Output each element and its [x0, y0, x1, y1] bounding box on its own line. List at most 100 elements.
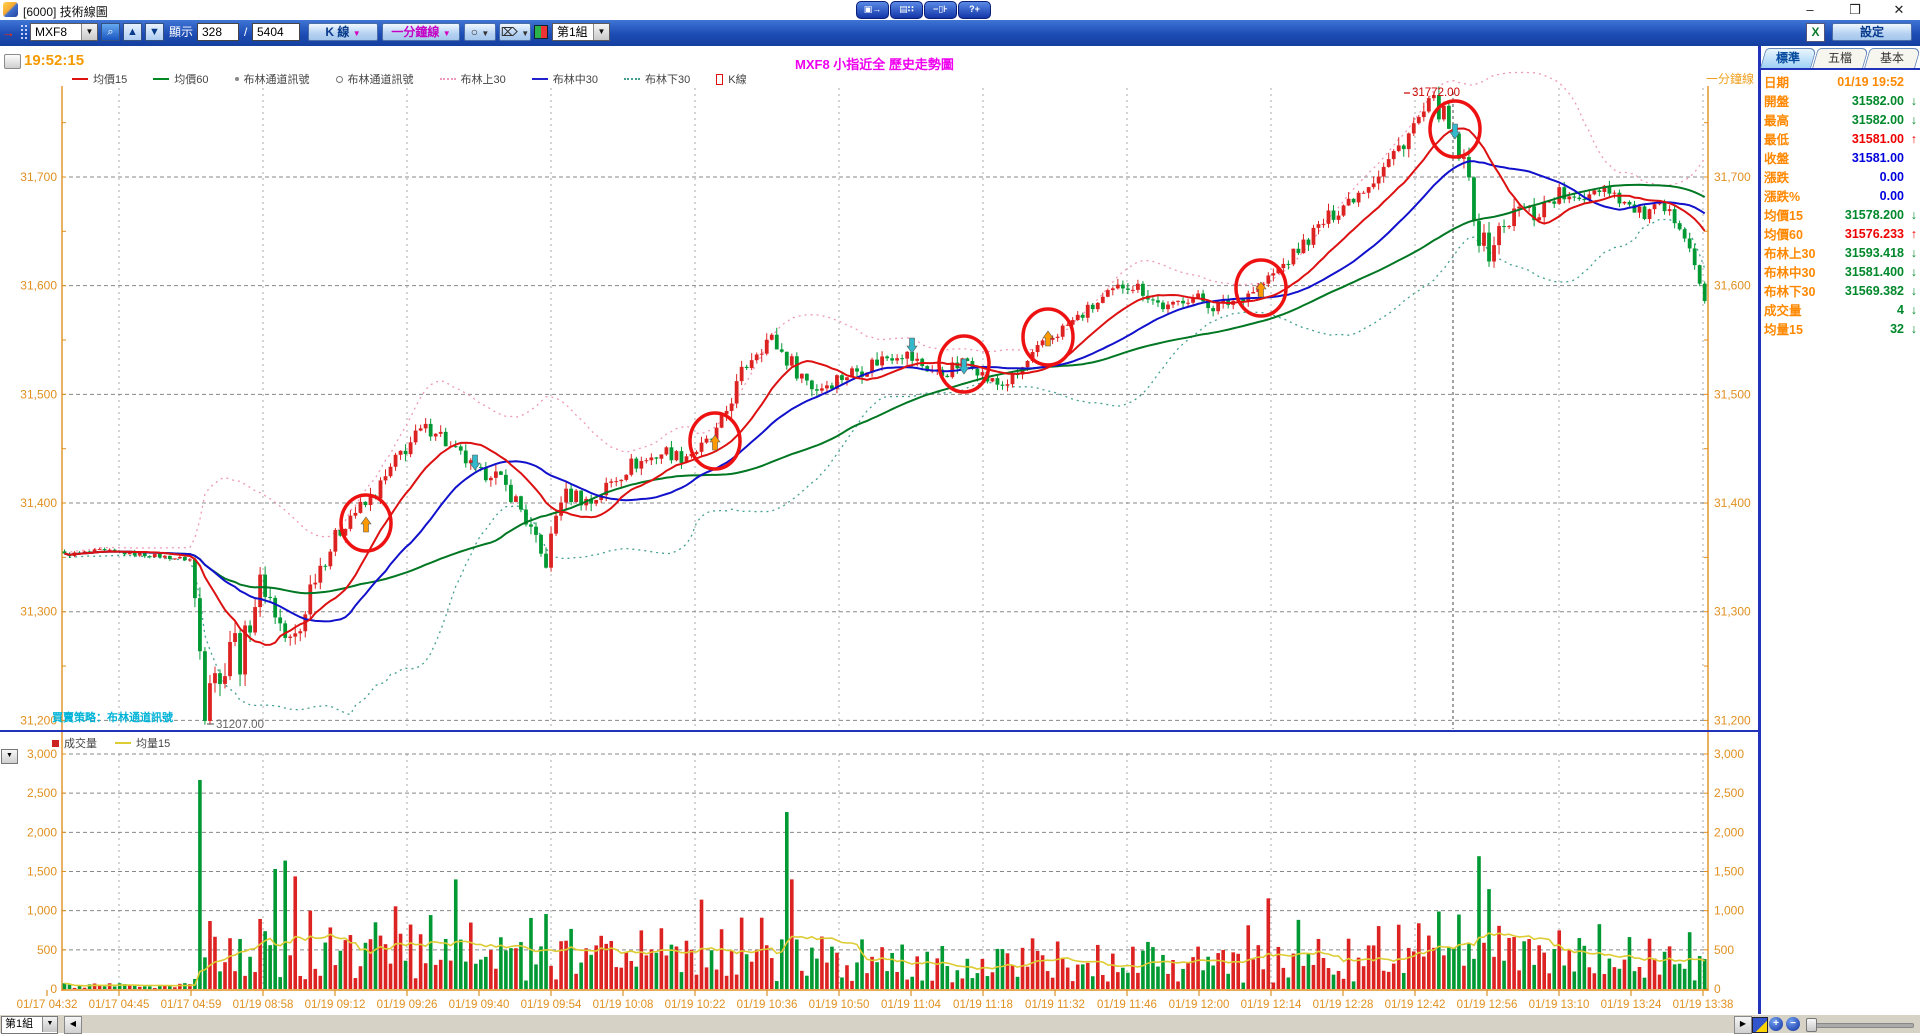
window-layout-button[interactable]: ▤∷ — [890, 1, 923, 19]
tab-1[interactable]: 五檔 — [1812, 48, 1869, 68]
scroll-down-button[interactable]: ▼ — [145, 23, 164, 41]
help-button[interactable]: ?+ — [958, 1, 991, 19]
zoom-slider-handle[interactable] — [1806, 1018, 1817, 1032]
svg-text:01/19 09:40: 01/19 09:40 — [449, 999, 510, 1011]
zoom-out-button[interactable]: − — [1786, 1017, 1800, 1031]
line-marker-icon — [115, 742, 131, 744]
circle-marker-icon — [336, 76, 343, 83]
quote-label: 布林中30 — [1764, 262, 1826, 281]
volume-pane-dropdown-button[interactable]: ▼ — [1, 749, 18, 764]
svg-text:31,500: 31,500 — [20, 387, 57, 401]
quote-row: 最低31581.00↑ — [1761, 129, 1920, 148]
svg-text:01/19 09:12: 01/19 09:12 — [305, 999, 366, 1011]
bars-shown-input[interactable]: 328 — [197, 23, 239, 41]
quote-row: 漲跌%0.00 — [1761, 186, 1920, 205]
pin-window-button[interactable]: −▯⊦ — [924, 1, 957, 19]
settings-button[interactable]: 設定 — [1832, 23, 1912, 41]
down-arrow-icon: ↓ — [1904, 246, 1917, 260]
down-arrow-icon: ↓ — [1904, 113, 1917, 127]
chart-workspace: 31,70031,70031,60031,60031,50031,50031,4… — [0, 46, 1920, 1014]
svg-text:01/19 10:36: 01/19 10:36 — [737, 999, 798, 1011]
svg-text:01/19 08:58: 01/19 08:58 — [233, 999, 294, 1011]
bars-total-input[interactable]: 5404 — [252, 23, 300, 41]
circle-shape-icon: ○ — [471, 25, 478, 39]
svg-text:0: 0 — [50, 982, 57, 996]
close-button[interactable]: ✕ — [1878, 0, 1920, 20]
color-settings-button[interactable] — [534, 25, 548, 39]
quote-value: 0.00 — [1826, 170, 1904, 184]
down-arrow-icon: ↓ — [1904, 265, 1917, 279]
quote-value: 31582.00 — [1826, 113, 1904, 127]
minimize-button[interactable]: – — [1789, 0, 1831, 20]
legend-item: 成交量 — [52, 735, 97, 751]
tab-0[interactable]: 標準 — [1760, 48, 1817, 68]
draw-shape-button[interactable]: ○ ▼ — [464, 23, 496, 41]
svg-text:01/19 10:08: 01/19 10:08 — [593, 999, 654, 1011]
grip-handle[interactable] — [20, 24, 28, 40]
svg-text:01/19 10:22: 01/19 10:22 — [665, 999, 726, 1011]
scroll-right-button[interactable]: ▶ — [1734, 1016, 1752, 1034]
excel-export-icon[interactable]: X — [1806, 23, 1825, 42]
quote-label: 日期 — [1764, 72, 1826, 91]
legend-label: 布林中30 — [553, 71, 598, 87]
quote-label: 漲跌% — [1764, 186, 1826, 205]
quote-row: 均價6031576.233↑ — [1761, 224, 1920, 243]
legend-label: 均價60 — [174, 71, 208, 87]
tabs-underline — [1761, 68, 1920, 70]
svg-text:01/19 11:32: 01/19 11:32 — [1025, 999, 1085, 1011]
show-label: 顯示 — [169, 23, 193, 41]
legend-item: 布林通道訊號 — [235, 71, 310, 87]
eraser-button[interactable]: ⌦ ▼ — [499, 23, 531, 41]
group-combo-bottom[interactable]: 第1組 ▼ — [1, 1016, 58, 1034]
svg-text:01/19 12:42: 01/19 12:42 — [1385, 999, 1446, 1011]
svg-text:1,000: 1,000 — [27, 904, 57, 918]
snapshot-icon[interactable] — [1752, 1017, 1768, 1033]
chevron-down-icon[interactable]: ▼ — [81, 24, 97, 40]
search-button[interactable]: ⌕ — [101, 23, 120, 41]
quote-value: 31569.382 — [1826, 284, 1904, 298]
scroll-left-button[interactable]: ◀ — [64, 1016, 82, 1034]
slash-label: / — [244, 23, 247, 41]
group-combo[interactable]: 第1組 ▼ — [552, 23, 610, 41]
quote-panel-tabs: 標準五檔基本 — [1763, 48, 1919, 68]
symbol-combo[interactable]: MXF8 ▼ — [30, 23, 98, 41]
quote-label: 最低 — [1764, 129, 1826, 148]
quote-row: 收盤31581.00 — [1761, 148, 1920, 167]
svg-text:31,700: 31,700 — [20, 170, 57, 184]
scroll-up-button[interactable]: ▲ — [123, 23, 142, 41]
zoom-slider-track[interactable] — [1808, 1023, 1914, 1028]
down-arrow-icon: ↓ — [1904, 303, 1917, 317]
quote-row: 開盤31582.00↓ — [1761, 91, 1920, 110]
chevron-down-icon[interactable]: ▼ — [593, 24, 609, 40]
chevron-down-icon: ▼ — [481, 29, 489, 38]
tab-2[interactable]: 基本 — [1864, 48, 1920, 68]
legend-item: 布林上30 — [440, 71, 506, 87]
ktype-label: K 線 — [325, 25, 349, 39]
chevron-down-icon[interactable]: ▼ — [42, 1017, 57, 1032]
quote-label: 均價15 — [1764, 205, 1826, 224]
svg-text:2,000: 2,000 — [1714, 825, 1744, 839]
window-switch-button[interactable]: ▣→ — [856, 1, 889, 19]
legend-label: 布林上30 — [461, 71, 506, 87]
dotline-marker-icon — [440, 78, 456, 80]
quote-row: 成交量4↓ — [1761, 300, 1920, 319]
restore-button[interactable]: ❒ — [1834, 0, 1876, 20]
quote-row: 布林中3031581.400↓ — [1761, 262, 1920, 281]
interval-button[interactable]: 一分鐘線 ▼ — [382, 23, 460, 41]
chart-canvas[interactable]: 31,70031,70031,60031,60031,50031,50031,4… — [0, 46, 1758, 1014]
toolbar: → MXF8 ▼ ⌕ ▲ ▼ 顯示 328 / 5404 K 線 ▼ 一分鐘線 … — [0, 20, 1920, 47]
svg-text:2,500: 2,500 — [27, 786, 57, 800]
legend-item: 布林通道訊號 — [336, 71, 414, 87]
svg-text:1,500: 1,500 — [27, 865, 57, 879]
app-icon — [3, 2, 18, 17]
svg-text:01/19 11:46: 01/19 11:46 — [1097, 999, 1157, 1011]
ktype-button[interactable]: K 線 ▼ — [308, 23, 378, 41]
svg-text:500: 500 — [1714, 943, 1734, 957]
legend-label: 布林下30 — [645, 71, 690, 87]
down-arrow-icon: ↓ — [1904, 208, 1917, 222]
svg-text:01/19 13:38: 01/19 13:38 — [1673, 999, 1734, 1011]
candle-marker-icon — [716, 74, 723, 85]
server-clock: 19:52:15 — [24, 52, 84, 69]
svg-text:01/17 04:45: 01/17 04:45 — [89, 999, 150, 1011]
zoom-in-button[interactable]: + — [1769, 1017, 1783, 1031]
